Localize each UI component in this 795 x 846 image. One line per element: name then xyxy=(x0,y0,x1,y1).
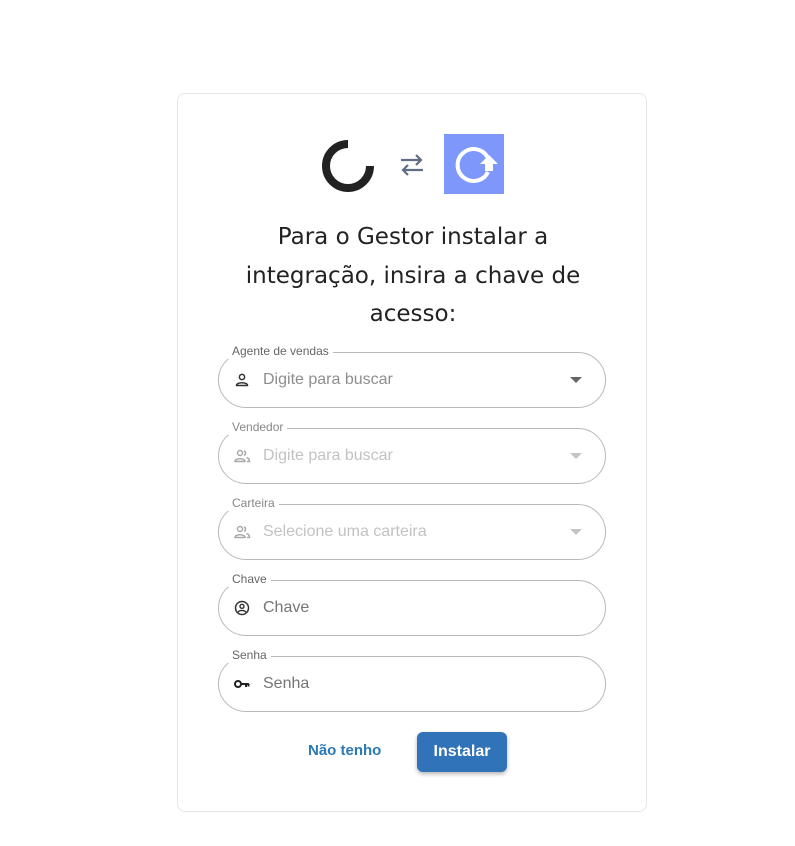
integration-logos xyxy=(178,134,646,196)
wallet-select[interactable]: Carteira Selecione uma carteira xyxy=(218,496,606,560)
account-circle-icon xyxy=(234,600,250,616)
key-icon xyxy=(234,680,250,688)
people-icon xyxy=(234,525,251,539)
key-label: Chave xyxy=(228,572,271,587)
swap-arrows-icon xyxy=(401,154,423,176)
password-label: Senha xyxy=(228,648,271,663)
seller-label: Vendedor xyxy=(228,420,288,435)
sales-agent-label: Agente de vendas xyxy=(228,344,333,359)
seller-select[interactable]: Vendedor Digite para buscar xyxy=(218,420,606,484)
people-icon xyxy=(234,449,251,463)
seller-placeholder: Digite para buscar xyxy=(263,447,393,464)
chevron-down-icon[interactable] xyxy=(570,453,582,459)
upload-refresh-logo-icon xyxy=(444,134,504,194)
install-card: Para o Gestor instalar a integração, ins… xyxy=(177,93,647,812)
chevron-down-icon[interactable] xyxy=(570,377,582,383)
chevron-down-icon[interactable] xyxy=(570,529,582,535)
page-title: Para o Gestor instalar a integração, ins… xyxy=(245,224,581,327)
wallet-placeholder: Selecione uma carteira xyxy=(263,523,427,540)
dont-have-button[interactable]: Não tenho xyxy=(308,742,381,759)
form-actions: Não tenho Instalar xyxy=(178,732,646,772)
sales-agent-select[interactable]: Agente de vendas Digite para buscar xyxy=(218,344,606,408)
sales-agent-placeholder: Digite para buscar xyxy=(263,371,393,388)
ring-logo-icon xyxy=(322,140,374,192)
key-input[interactable] xyxy=(263,598,583,618)
key-field[interactable]: Chave xyxy=(218,572,606,636)
wallet-label: Carteira xyxy=(228,496,279,511)
password-field[interactable]: Senha xyxy=(218,648,606,712)
person-icon xyxy=(235,373,249,387)
install-button[interactable]: Instalar xyxy=(417,732,507,772)
password-input[interactable] xyxy=(263,674,583,694)
